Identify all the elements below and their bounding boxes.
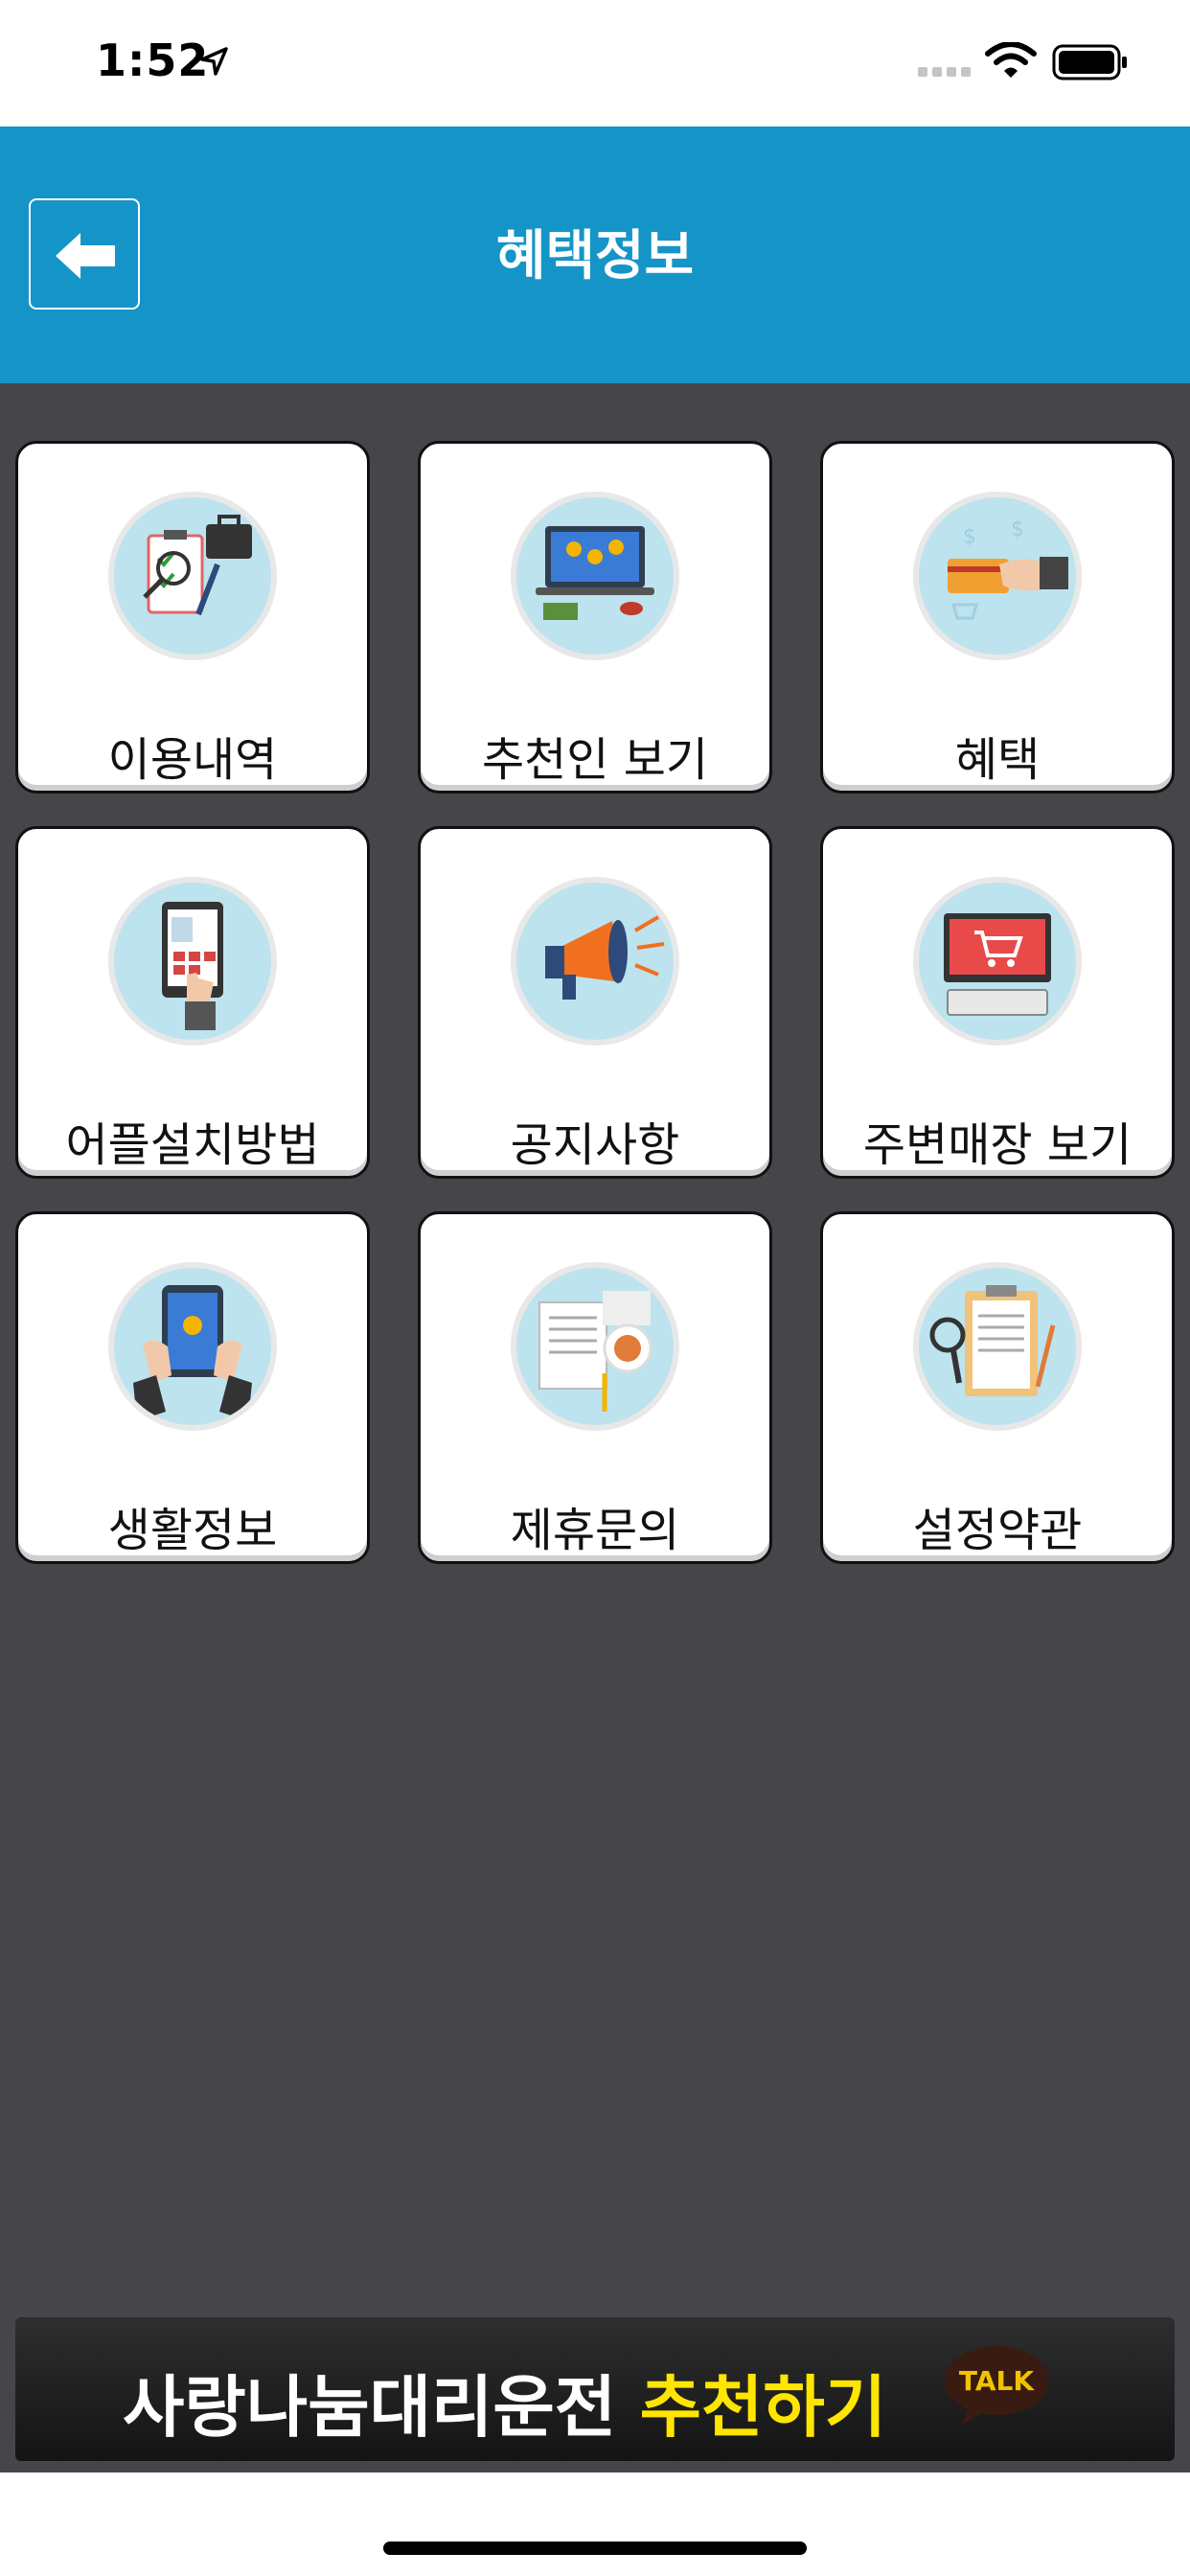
- location-arrow-icon: [200, 47, 228, 76]
- megaphone-icon: [511, 877, 679, 1046]
- page-title: 혜택정보: [495, 225, 695, 288]
- recommend-banner[interactable]: 사랑나눔대리운전 추천하기 TALK: [15, 2317, 1175, 2461]
- svg-text:$: $: [1011, 518, 1024, 541]
- battery-icon: [1052, 44, 1127, 80]
- menu-tile-app-install[interactable]: 어플설치방법: [15, 826, 370, 1179]
- menu-tile-referrer[interactable]: 추천인 보기: [418, 441, 772, 794]
- shop-monitor-icon: [913, 877, 1082, 1046]
- status-bar: 1:52: [0, 0, 1190, 126]
- card-payment-icon: $ $: [913, 492, 1082, 660]
- talk-label: TALK: [959, 2365, 1035, 2397]
- svg-text:$: $: [963, 525, 976, 549]
- menu-tile-nearby-stores[interactable]: 주변매장 보기: [820, 826, 1175, 1179]
- menu-tile-notice[interactable]: 공지사항: [418, 826, 772, 1179]
- clipboard-magnifier-icon: [913, 1262, 1082, 1431]
- banner-text: 사랑나눔대리운전 추천하기: [123, 2354, 886, 2450]
- menu-tile-terms[interactable]: 설정약관: [820, 1211, 1175, 1564]
- tile-label: 어플설치방법: [65, 1118, 320, 1172]
- documents-coffee-icon: [511, 1262, 679, 1431]
- menu-tile-benefits[interactable]: $ $ 혜택: [820, 441, 1175, 794]
- main-content: 이용내역 추천인 보기 $ $ 혜택 어플설치방법 공지사항 주변매장 보기 생…: [0, 383, 1190, 2472]
- home-indicator[interactable]: [383, 2542, 807, 2555]
- menu-tile-usage-history[interactable]: 이용내역: [15, 441, 370, 794]
- kakao-talk-icon: TALK: [945, 2346, 1048, 2425]
- tile-label: 제휴문의: [510, 1504, 680, 1557]
- tile-label: 주변매장 보기: [862, 1118, 1133, 1172]
- signal-icon: [918, 67, 971, 77]
- tile-label: 공지사항: [510, 1118, 680, 1172]
- tile-label: 생활정보: [107, 1504, 278, 1557]
- tile-label: 설정약관: [912, 1504, 1083, 1557]
- status-time: 1:52: [96, 34, 210, 86]
- menu-tile-partnership[interactable]: 제휴문의: [418, 1211, 772, 1564]
- banner-highlight: 추천하기: [639, 2368, 887, 2447]
- laptop-coins-icon: [511, 492, 679, 660]
- clipboard-briefcase-icon: [108, 492, 277, 660]
- tile-label: 혜택: [954, 733, 1041, 787]
- menu-tile-life-info[interactable]: 생활정보: [15, 1211, 370, 1564]
- app-header: 혜택정보: [0, 126, 1190, 383]
- tile-label: 이용내역: [107, 733, 278, 787]
- banner-brand: 사랑나눔대리운전: [123, 2368, 617, 2447]
- wifi-icon: [985, 42, 1037, 78]
- tile-label: 추천인 보기: [481, 733, 709, 787]
- tablet-hand-icon: [108, 877, 277, 1046]
- phone-hands-icon: [108, 1262, 277, 1431]
- home-area: [0, 2472, 1190, 2576]
